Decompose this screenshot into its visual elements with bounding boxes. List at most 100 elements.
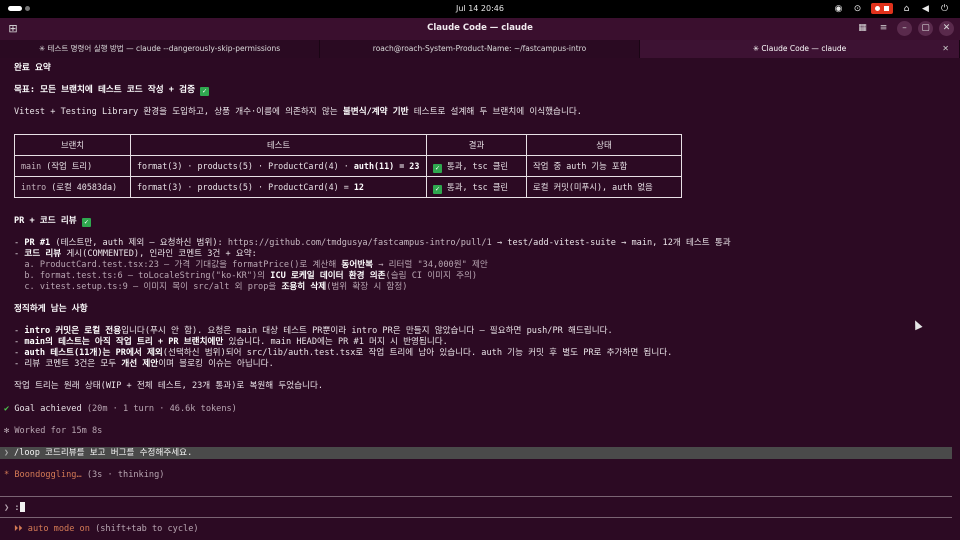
intro-text-bold: 불변식/계약 기반 [342, 107, 409, 117]
tab-label: ✳ 테스트 명령어 실행 방법 — claude --dangerously-s… [38, 44, 281, 53]
honest-text: (선택하신 범위)되어 src/lib/auth.test.tsx로 작업 트리… [162, 348, 673, 358]
bullet: - [14, 348, 25, 358]
honest-line-4: - 리뷰 코멘트 3건은 모두 개선 제안이며 블로킹 이슈는 아닙니다. [14, 359, 274, 370]
honest-line-1: - intro 커밋은 로컬 전용입니다(푸시 안 함). 요청은 main 대… [14, 326, 613, 337]
table-header: 브랜치 [14, 134, 131, 156]
review-item-tail: (범위 확장 시 함정) [326, 282, 408, 292]
user-prompt-bar: ❯ /loop 코드리뷰를 보고 버그를 수정해주세요. [0, 447, 952, 459]
prompt-chevron-icon: ❯ [4, 448, 9, 457]
check-icon: ✓ [433, 163, 442, 173]
table-row: main (작업 트리) format(3) · products(5) · P… [14, 155, 682, 177]
honest-bold: 개선 제안 [121, 359, 159, 369]
review-item-b: b. format.test.ts:6 — toLocaleString("ko… [14, 271, 477, 282]
bullet: - [14, 238, 25, 248]
branch-desc: (작업 트리) [41, 161, 93, 171]
review-item-text: c. vitest.setup.ts:9 — 이미지 목이 src/alt 외 … [14, 282, 282, 292]
tab-claude-code[interactable]: ✳ Claude Code — claude ✕ [640, 40, 960, 58]
thinking-label: Boondoggling… [14, 470, 82, 480]
minimize-icon[interactable]: – [897, 21, 912, 36]
tests-total: auth(11) = 23 [353, 161, 420, 171]
mode-hint: (shift+tab to cycle) [89, 524, 199, 534]
goal-text: 목표: 모든 브랜치에 테스트 코드 작성 + 검증 [14, 85, 201, 95]
honest-text: 입니다(푸시 안 함). 요청은 main 대상 테스트 PR뿐이라 intro… [121, 326, 613, 336]
close-tab-icon[interactable]: ✕ [942, 40, 949, 58]
table-header: 테스트 [130, 134, 427, 156]
review-desc: 게시(COMMENTED), 인라인 코멘트 3건 + 요약: [61, 249, 257, 259]
pr-line-2: - 코드 리뷰 게시(COMMENTED), 인라인 코멘트 3건 + 요약: [14, 249, 257, 260]
honest-line-2: - main의 테스트는 아직 작업 트리 + PR 브랜치에만 있습니다. m… [14, 337, 448, 348]
system-clock[interactable]: Jul 14 20:46 [0, 4, 960, 13]
bullet: - [14, 249, 25, 259]
branch-cell: intro (로컬 40583da) [14, 176, 131, 198]
honest-text: 있습니다. main HEAD에는 PR #1 머지 시 반영됩니다. [223, 337, 448, 347]
maximize-icon[interactable]: ▢ [918, 21, 933, 36]
input-line[interactable]: ❯ : [4, 502, 25, 514]
tab-overview-icon[interactable]: ▦ [855, 21, 870, 36]
screen-record-indicator[interactable] [871, 3, 893, 14]
review-item-a: a. ProductCard.test.tsx:23 — 가격 기대값을 for… [14, 260, 488, 271]
thinking-line: * Boondoggling… (3s · thinking) [4, 470, 164, 481]
honest-bold: intro 커밋은 로컬 전용 [24, 326, 122, 336]
user-prompt-text: /loop 코드리뷰를 보고 버그를 수정해주세요. [14, 448, 193, 458]
tab-bar: ✳ 테스트 명령어 실행 방법 — claude --dangerously-s… [0, 40, 960, 58]
branch-code: main [21, 161, 42, 171]
update-tray-icon[interactable]: ⊙ [852, 3, 863, 14]
goal-line: 목표: 모든 브랜치에 테스트 코드 작성 + 검증 ✓ [14, 85, 210, 96]
intro-text-pre: Vitest + Testing Library 환경을 도입하고, 상품 개수… [14, 107, 343, 117]
result-cell: ✓ 통과, tsc 클린 [426, 176, 527, 198]
summary-heading: 완료 요약 [14, 63, 51, 73]
pr-branch-info: → test/add-vitest-suite → main, 12개 테스트 … [491, 238, 731, 248]
status-cell: 작업 중 auth 기능 포함 [526, 155, 682, 177]
branch-cell: main (작업 트리) [14, 155, 131, 177]
review-item-tail: (슬림 CI 이미지 주의) [385, 271, 478, 281]
pr-line-1: - PR #1 (테스트만, auth 제외 — 요청하신 범위): https… [14, 238, 731, 249]
pr-desc: (테스트만, auth 제외 — 요청하신 범위): [50, 238, 228, 248]
input-divider-bottom [0, 517, 952, 518]
honest-bold: auth 테스트(11개)는 PR에서 제외 [24, 348, 163, 358]
review-item-bold: ICU 로케일 데이터 환경 의존 [270, 271, 386, 281]
input-divider-top [0, 496, 952, 497]
review-item-text: b. format.test.ts:6 — toLocaleString("ko… [14, 271, 271, 281]
terminal-output[interactable]: 완료 요약 목표: 모든 브랜치에 테스트 코드 작성 + 검증 ✓ Vites… [0, 58, 960, 540]
table-row: intro (로컬 40583da) format(3) · products(… [14, 176, 682, 198]
mode-arrows-icon: ⏵⏵ [14, 524, 23, 534]
status-cell: 로컬 커밋(미푸시), auth 없음 [526, 176, 682, 198]
pr-link[interactable]: https://github.com/tmdgusya/fastcampus-i… [228, 238, 492, 248]
bullet: - [14, 326, 25, 336]
review-item-bold: 동어반복 [341, 260, 374, 270]
honest-heading: 정직하게 남는 사항 [14, 304, 88, 314]
goal-achieved-line: ✔ Goal achieved (20m · 1 turn · 46.6k to… [4, 404, 237, 415]
mode-status-line: ⏵⏵ auto mode on (shift+tab to cycle) [14, 524, 199, 535]
menu-icon[interactable]: ≡ [876, 21, 891, 36]
review-item-tail: → 리터럴 "34,000원" 제안 [373, 260, 488, 270]
branch-code: intro [21, 182, 47, 192]
honest-text: - 리뷰 코멘트 3건은 모두 [14, 359, 122, 369]
check-icon: ✓ [433, 184, 442, 194]
goal-achieved-label: Goal achieved [14, 404, 82, 414]
app-tray-icon[interactable]: ◉ [833, 3, 844, 14]
tab-shell[interactable]: roach@roach-System-Product-Name: ~/fastc… [320, 40, 640, 58]
power-icon[interactable]: ⏻ [939, 3, 950, 14]
pr-heading: PR + 코드 리뷰 ✓ [14, 216, 91, 227]
bullet: - [14, 337, 25, 347]
volume-icon[interactable]: ◀ [920, 3, 931, 14]
branch-desc: (로컬 40583da) [46, 182, 118, 192]
tab-test-commands[interactable]: ✳ 테스트 명령어 실행 방법 — claude --dangerously-s… [0, 40, 320, 58]
tests-text: format(3) · products(5) · ProductCard(4)… [137, 182, 354, 192]
honest-bold: main의 테스트는 아직 작업 트리 + PR 브랜치에만 [24, 337, 224, 347]
worked-line: ✻ Worked for 15m 8s [4, 426, 102, 437]
pr-number: PR #1 [24, 238, 51, 248]
network-icon[interactable]: ⌂ [901, 3, 912, 14]
close-icon[interactable]: ✕ [939, 21, 954, 36]
check-icon: ✓ [200, 87, 210, 96]
result-text: 통과, tsc 클린 [442, 181, 509, 192]
asterisk-icon: ✻ [4, 426, 10, 436]
spinner-icon: * [4, 470, 10, 480]
review-item-text: a. ProductCard.test.tsx:23 — 가격 기대값을 for… [14, 260, 342, 270]
thinking-meta: (3s · thinking) [81, 470, 165, 480]
window-controls: ▦ ≡ – ▢ ✕ [855, 21, 954, 36]
table-header-row: 브랜치 테스트 결과 상태 [14, 134, 682, 156]
mode-label: auto mode on [27, 524, 90, 534]
pr-heading-text: PR + 코드 리뷰 [14, 216, 82, 226]
tab-label: ✳ Claude Code — claude [752, 44, 847, 53]
